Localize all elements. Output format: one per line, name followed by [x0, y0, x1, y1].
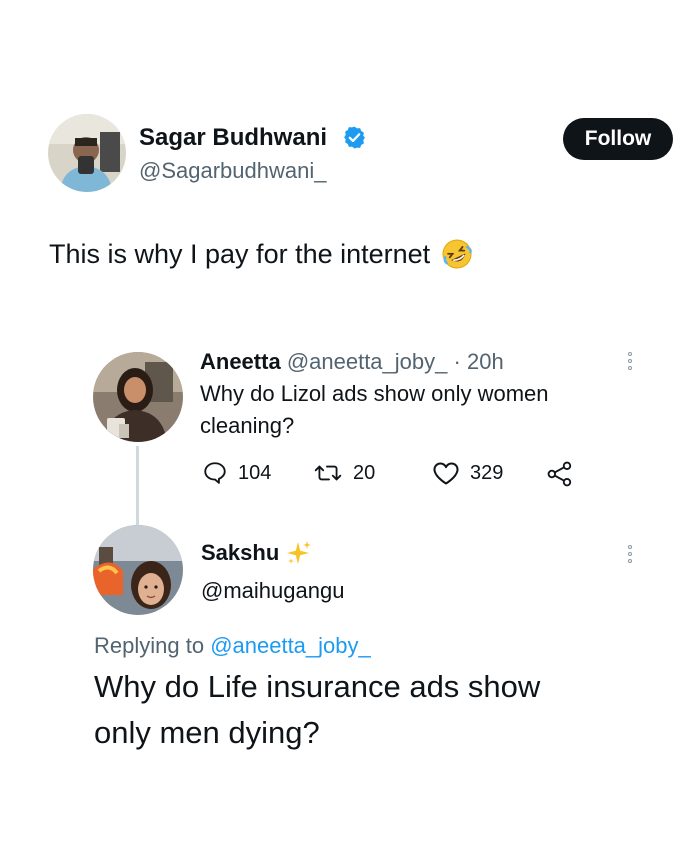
replying-to: Replying to @aneetta_joby_: [94, 633, 371, 659]
more-options-icon[interactable]: [624, 352, 636, 370]
author-name[interactable]: Sagar Budhwani: [139, 124, 327, 152]
second-reply-author-name[interactable]: Sakshu: [201, 540, 279, 566]
heart-icon: [433, 462, 459, 485]
tweet-text: This is why I pay for the internet: [49, 237, 474, 271]
thread-connector-line: [136, 446, 139, 526]
like-count: 329: [470, 461, 504, 484]
replying-to-handle[interactable]: @aneetta_joby_: [210, 633, 371, 658]
avatar-sakshu[interactable]: [93, 525, 183, 615]
sparkles-icon: [285, 539, 313, 567]
replying-to-prefix: Replying to: [94, 633, 211, 658]
reply-timestamp[interactable]: 20h: [467, 349, 504, 374]
avatar-aneetta[interactable]: [93, 352, 183, 442]
reply-icon: [204, 462, 226, 484]
second-reply-more-options-icon[interactable]: [624, 545, 636, 563]
reply-text-line1: Why do Lizol ads show only women: [200, 381, 549, 406]
verified-badge-icon: [342, 125, 367, 150]
like-action[interactable]: 329: [432, 460, 503, 486]
reply-author-handle[interactable]: @aneetta_joby_: [287, 349, 448, 374]
reply-count: 104: [238, 461, 272, 484]
reply-separator: ·: [453, 349, 461, 374]
second-reply-header: Sakshu: [201, 539, 313, 567]
tweet-text-body: This is why I pay for the internet: [49, 238, 431, 269]
follow-button[interactable]: Follow: [563, 118, 673, 160]
share-icon[interactable]: [546, 461, 574, 492]
retweet-action[interactable]: 20: [313, 460, 375, 486]
retweet-count: 20: [353, 461, 376, 484]
retweet-icon: [314, 465, 342, 481]
reply-author-name[interactable]: Aneetta: [200, 349, 281, 374]
second-reply-author-handle[interactable]: @maihugangu: [201, 578, 344, 604]
avatar-sagar[interactable]: [48, 114, 126, 192]
laughing-emoji-icon: [440, 237, 474, 271]
reply-action[interactable]: 104: [202, 460, 271, 486]
second-reply-text-line1: Why do Life insurance ads show: [94, 669, 541, 704]
author-handle[interactable]: @Sagarbudhwani_: [139, 158, 326, 184]
reply-text-line2: cleaning?: [200, 413, 295, 438]
reply-header: Aneetta @aneetta_joby_ · 20h: [200, 349, 504, 375]
second-reply-text-line2: only men dying?: [94, 715, 320, 750]
